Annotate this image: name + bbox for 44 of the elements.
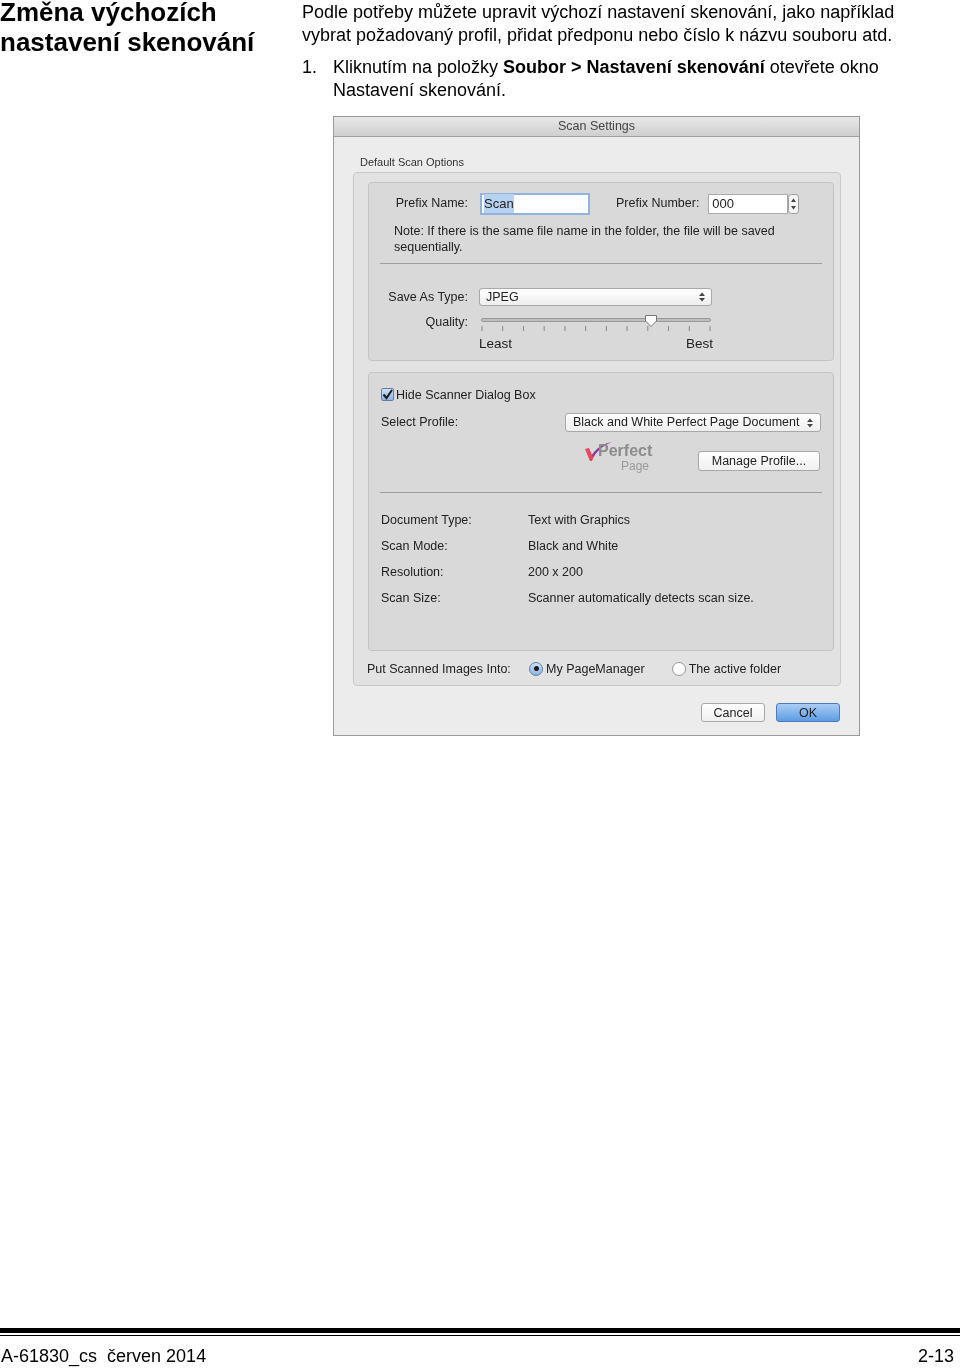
detail-value: 200 x 200 bbox=[528, 563, 583, 581]
detail-value: Black and White bbox=[528, 538, 619, 555]
logo-text: Page bbox=[621, 459, 650, 474]
checkbox[interactable] bbox=[381, 388, 394, 402]
detail-label: Scan Size: bbox=[381, 589, 442, 607]
prefix-number-field[interactable]: 000 bbox=[708, 193, 789, 214]
page-number: 2-13 bbox=[917, 1346, 954, 1366]
default-button[interactable]: OK bbox=[776, 702, 840, 722]
detail-value: Text with Graphics bbox=[528, 512, 631, 530]
radio-button[interactable] bbox=[529, 661, 543, 676]
field-label: Quality: bbox=[424, 314, 468, 332]
detail-label: Document Type: bbox=[381, 512, 473, 530]
section-heading: Změna výchozích nastavení skenování bbox=[0, 0, 256, 57]
manage-profile-button[interactable]: Manage Profile... bbox=[698, 450, 820, 471]
radio-button[interactable] bbox=[671, 661, 686, 676]
note-text: Note: If there is the same file name in the folder, the file will be saved sequentially. bbox=[394, 222, 776, 255]
profile-dropdown[interactable]: Black and White Perfect Page Document bbox=[565, 413, 821, 433]
step-number: 1. bbox=[302, 56, 318, 79]
stepper-icon[interactable] bbox=[788, 193, 800, 214]
radio-label[interactable]: The active folder bbox=[688, 659, 782, 679]
group-label: Default Scan Options bbox=[360, 155, 464, 170]
slider-thumb[interactable] bbox=[643, 314, 658, 329]
updown-arrows-icon bbox=[807, 417, 813, 428]
updown-arrows-icon bbox=[699, 291, 705, 302]
field-label: Save As Type: bbox=[387, 288, 468, 306]
step-text: Kliknutím na položky Soubor > Nastavení skenování otevřete okno Nastavení skenování. bbox=[333, 56, 880, 102]
slider-max-label: Best bbox=[686, 335, 713, 354]
field-label: Prefix Number: bbox=[616, 195, 700, 213]
footer-text: A-61830_cs červen 2014 bbox=[1, 1346, 207, 1366]
detail-value: Scanner automatically detects scan size. bbox=[528, 589, 754, 607]
save-as-type-dropdown[interactable]: JPEG bbox=[479, 287, 712, 306]
checkbox-label[interactable]: Hide Scanner Dialog Box bbox=[396, 385, 536, 405]
detail-label: Resolution: bbox=[381, 563, 445, 581]
field-label: Prefix Name: bbox=[394, 195, 468, 213]
prefix-name-field[interactable]: Scan bbox=[480, 192, 590, 215]
field-label: Put Scanned Images Into: bbox=[367, 660, 512, 678]
intro-paragraph: Podle potřeby můžete upravit výchozí nastavení skenování, jako například vybrat požadovaný profil, přidat předponu nebo číslo k názvu souboru atd. bbox=[302, 1, 896, 47]
field-label: Select Profile: bbox=[381, 414, 459, 432]
radio-label[interactable]: My PageManager bbox=[546, 659, 645, 679]
window-title: Scan Settings bbox=[557, 118, 636, 136]
detail-label: Scan Mode: bbox=[381, 538, 449, 555]
dialog-button[interactable]: Cancel bbox=[701, 702, 765, 722]
logo-text: Perfect bbox=[598, 442, 653, 461]
slider-min-label: Least bbox=[479, 335, 513, 354]
